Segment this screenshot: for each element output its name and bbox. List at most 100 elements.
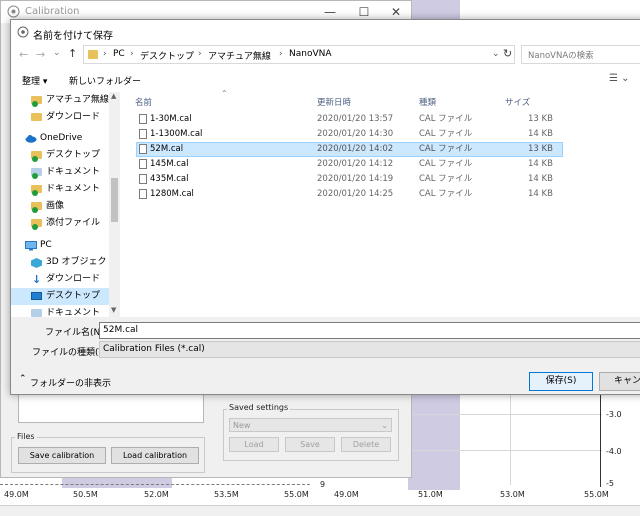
nav-item[interactable]: ↓ ダウンロード (31, 271, 100, 288)
search-placeholder: NanoVNAの検索 (528, 51, 594, 61)
search-box[interactable]: NanoVNAの検索 (521, 45, 640, 64)
recent-chevron-icon[interactable]: ⌄ (53, 48, 61, 58)
nav-scrollbar[interactable]: ▲ ▼ (109, 92, 120, 317)
download-icon: ↓ (32, 273, 42, 286)
nav-item[interactable]: OneDrive (25, 130, 82, 147)
nav-item-selected[interactable]: デスクトップ (11, 288, 109, 305)
right-plot-axis (600, 395, 601, 487)
view-options-icon[interactable]: ☰ ⌄ (609, 73, 630, 84)
new-folder-button[interactable]: 新しいフォルダー (69, 74, 141, 87)
file-name: 435M.cal (150, 174, 189, 184)
breadcrumb-ham-radio[interactable]: アマチュア無線 (208, 49, 271, 62)
breadcrumb-pc[interactable]: PC (113, 49, 125, 59)
file-row[interactable]: 1-1300M.cal 2020/01/20 14:30 CAL ファイル 14… (136, 127, 563, 142)
calibration-title: Calibration (25, 6, 80, 17)
load-setting-button[interactable]: Load (229, 437, 279, 452)
dialog-app-icon (17, 26, 29, 38)
save-form-panel: ファイル名(N): 52M.cal ファイルの種類(T): Calibratio… (11, 317, 640, 394)
nav-label: 画像 (46, 201, 65, 211)
file-name: 52M.cal (150, 144, 184, 154)
column-header-date[interactable]: 更新日時 (317, 96, 351, 108)
chevron-down-icon: ⌄ (381, 421, 388, 430)
nav-item[interactable]: 画像 (31, 198, 64, 215)
sync-check-icon (32, 156, 38, 162)
nav-label: ドキュメント (46, 308, 101, 317)
file-date: 2020/01/20 14:19 (317, 174, 394, 184)
nav-label: アマチュア無線 (46, 95, 109, 105)
app-icon (7, 5, 20, 18)
scroll-up-icon[interactable]: ▲ (111, 92, 116, 100)
folder-icon (88, 50, 98, 59)
nav-item[interactable]: 3D オブジェクト (31, 254, 116, 271)
breadcrumb-nanovna[interactable]: NanoVNA (289, 49, 332, 59)
saved-settings-value: New (233, 421, 251, 430)
file-icon (139, 174, 147, 184)
filetype-select[interactable]: Calibration Files (*.cal) (99, 341, 640, 358)
nav-item[interactable]: ドキュメント (31, 164, 100, 181)
address-dropdown-icon[interactable]: ⌄ (492, 49, 500, 59)
file-row[interactable]: 1280M.cal 2020/01/20 14:25 CAL ファイル 14 K… (136, 187, 563, 202)
nav-item[interactable]: PC (25, 237, 52, 254)
hide-folders-toggle[interactable]: フォルダーの非表示 (30, 376, 111, 389)
save-setting-button[interactable]: Save (285, 437, 335, 452)
up-arrow-icon[interactable]: ↑ (68, 47, 77, 60)
cube-icon (31, 258, 42, 268)
file-row-selected[interactable]: 52M.cal 2020/01/20 14:02 CAL ファイル 13 KB (136, 142, 563, 157)
x-tick: 53.0M (500, 490, 525, 499)
save-calibration-button[interactable]: Save calibration (18, 447, 106, 464)
file-row[interactable]: 145M.cal 2020/01/20 14:12 CAL ファイル 14 KB (136, 157, 563, 172)
file-type: CAL ファイル (419, 144, 473, 154)
saved-settings-select[interactable]: New ⌄ (229, 418, 392, 432)
nav-item[interactable]: ドキュメント (31, 181, 100, 198)
breadcrumb-separator: › (103, 49, 107, 59)
nav-item[interactable]: デスクトップ (31, 147, 100, 164)
chevron-up-icon[interactable]: ⌃ (19, 374, 27, 384)
sync-check-icon (32, 101, 38, 107)
file-icon (139, 129, 147, 139)
column-header-type[interactable]: 種類 (419, 96, 436, 108)
refresh-icon[interactable]: ↻ (503, 47, 512, 60)
sync-check-icon (32, 224, 38, 230)
right-plot-gridline (412, 414, 602, 415)
file-date: 2020/01/20 14:02 (317, 144, 394, 154)
nav-item[interactable]: 添付ファイル (31, 215, 100, 232)
navigation-pane[interactable]: アマチュア無線 ダウンロード OneDrive デスクトップ ドキュメント ドキ… (11, 92, 121, 317)
calibration-list-box[interactable] (18, 393, 204, 423)
save-button[interactable]: 保存(S) (529, 372, 593, 391)
sync-check-icon (32, 190, 38, 196)
pc-icon (25, 241, 37, 251)
file-size: 14 KB (528, 174, 553, 184)
file-size: 13 KB (528, 144, 553, 154)
nav-label: 3D オブジェクト (46, 257, 116, 267)
breadcrumb-desktop[interactable]: デスクトップ (140, 49, 194, 62)
load-calibration-button[interactable]: Load calibration (111, 447, 199, 464)
nav-label: PC (40, 240, 52, 250)
x-tick: 53.5M (214, 490, 239, 499)
scroll-thumb[interactable] (111, 178, 118, 222)
nav-label: 添付ファイル (46, 218, 101, 228)
filename-input[interactable]: 52M.cal (99, 322, 640, 339)
nav-item[interactable]: ダウンロード (31, 109, 100, 126)
column-header-name[interactable]: 名前 (135, 96, 152, 108)
nav-item[interactable]: アマチュア無線 (31, 92, 109, 109)
files-group-label: Files (15, 432, 37, 441)
file-name: 1-1300M.cal (150, 129, 203, 139)
delete-setting-button[interactable]: Delete (341, 437, 391, 452)
sync-check-icon (32, 173, 38, 179)
organize-button[interactable]: 整理 ▾ (22, 74, 47, 87)
x-tick: 50.5M (73, 490, 98, 499)
file-size: 14 KB (528, 189, 553, 199)
file-row[interactable]: 1-30M.cal 2020/01/20 13:57 CAL ファイル 13 K… (136, 112, 563, 127)
breadcrumb-separator: › (130, 49, 134, 59)
cancel-button[interactable]: キャンセル (599, 372, 640, 391)
file-type: CAL ファイル (419, 129, 473, 139)
breadcrumb-separator: › (279, 49, 283, 59)
scroll-down-icon[interactable]: ▼ (111, 306, 116, 314)
nav-label: ダウンロード (46, 274, 101, 284)
forward-arrow-icon[interactable]: → (36, 48, 45, 61)
address-bar[interactable]: › PC › デスクトップ › アマチュア無線 › NanoVNA ⌄ (83, 45, 515, 64)
nav-item[interactable]: ドキュメント (31, 305, 100, 317)
back-arrow-icon[interactable]: ← (19, 48, 28, 61)
file-row[interactable]: 435M.cal 2020/01/20 14:19 CAL ファイル 14 KB (136, 172, 563, 187)
column-header-size[interactable]: サイズ (505, 96, 530, 108)
